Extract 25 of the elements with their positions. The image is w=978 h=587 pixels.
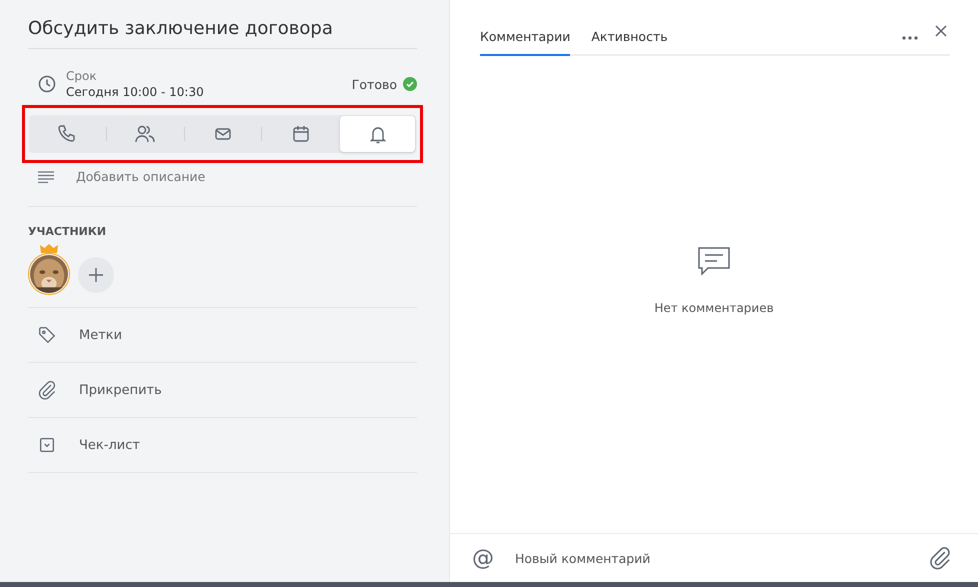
paperclip-icon[interactable] [928,546,952,570]
deadline-value: Сегодня 10:00 - 10:30 [66,85,205,99]
action-link[interactable]: Прикрепить [79,382,162,398]
tab[interactable]: Комментарии [480,25,570,56]
comment-bubble-icon [696,244,732,278]
mention-button[interactable]: @ [472,546,494,570]
paperclip-icon [37,380,57,400]
plus-icon [88,266,104,282]
clock-icon [38,75,56,93]
deadline-label: Срок [66,69,98,83]
action-link[interactable]: Метки [79,328,122,342]
participants-heading: УЧАСТНИКИ [28,225,108,238]
type-tab[interactable] [340,116,415,152]
tab[interactable]: Активность [591,25,668,56]
checklist-icon [37,435,57,455]
action-link[interactable]: Чек-лист [79,438,140,452]
status-label: Готово [352,76,397,92]
tag-icon [37,325,57,345]
empty-state-text: Нет комментариев [654,300,774,314]
people-icon [134,123,156,145]
add-participant-button[interactable] [78,256,114,292]
more-icon [902,36,918,40]
description-field[interactable]: Добавить описание [76,169,326,184]
task-title: Обсудить заключение договора [28,18,417,49]
text-lines-icon [38,170,54,182]
